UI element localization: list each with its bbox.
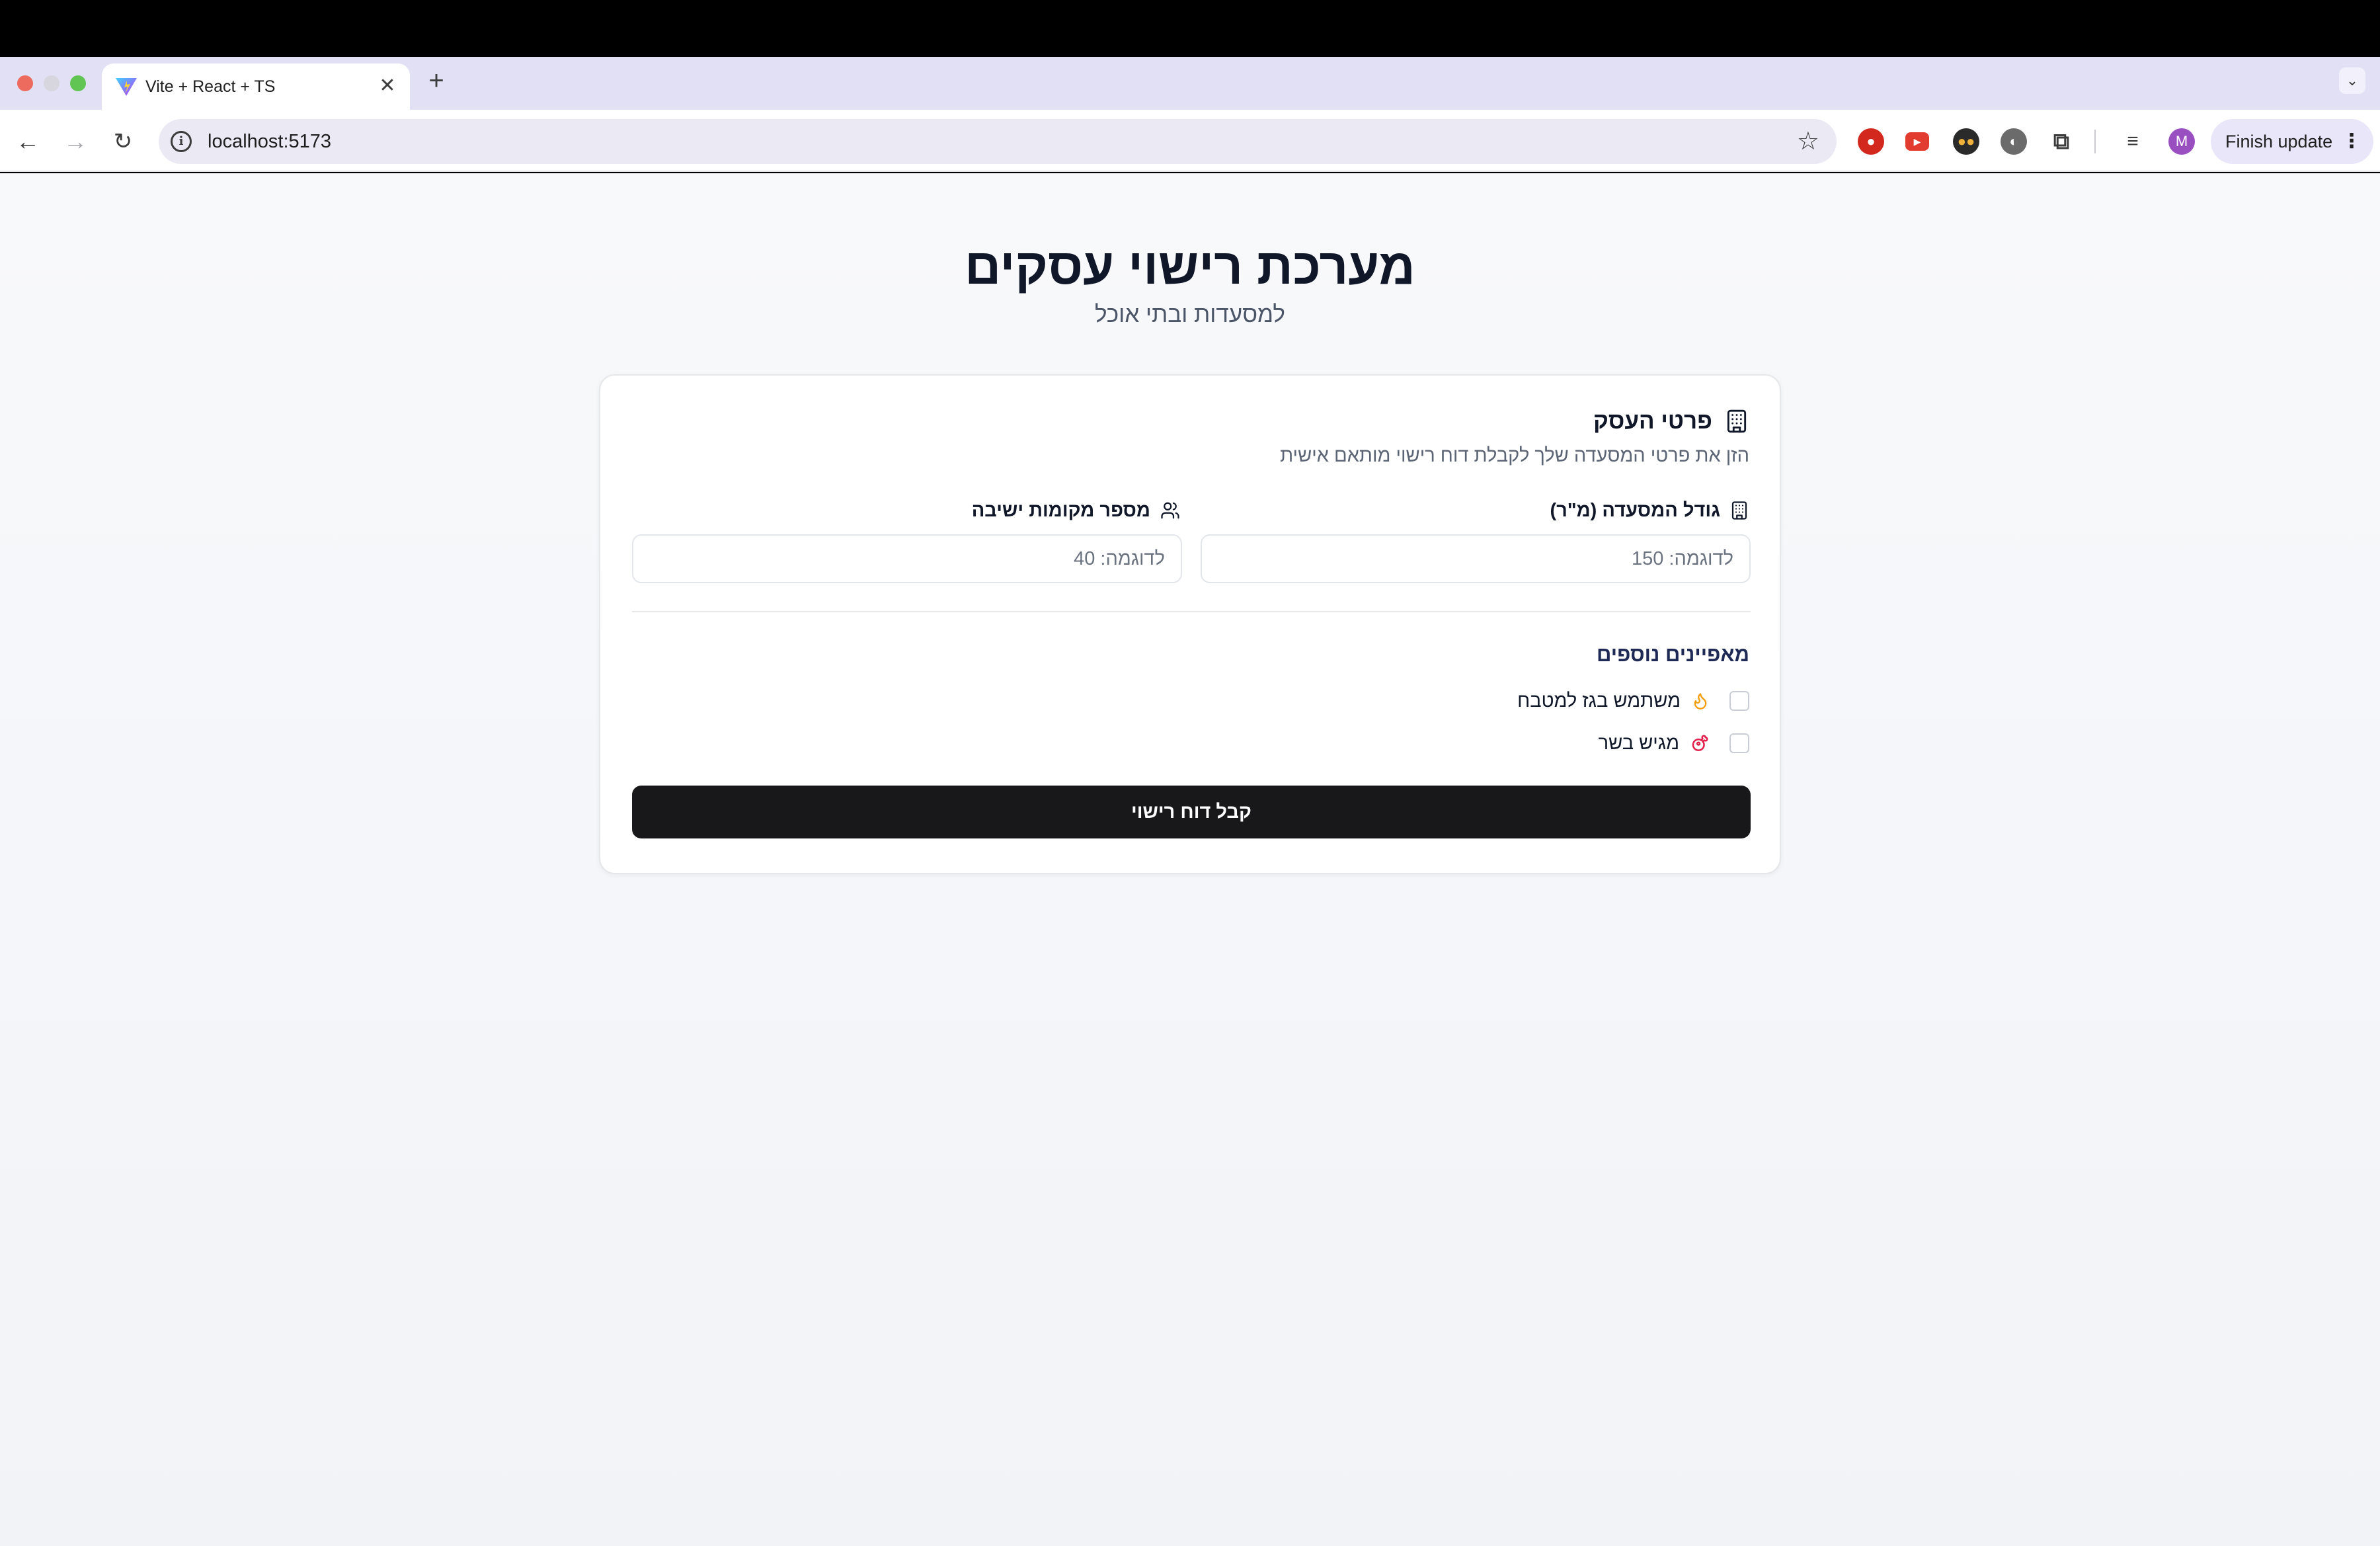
site-info-icon[interactable]: i <box>171 131 192 152</box>
business-details-card: פרטי העסק הזן את פרטי המסעדה שלך לקבלת ד… <box>599 374 1781 874</box>
tab-title: Vite + React + TS <box>145 77 276 96</box>
vite-favicon-icon <box>116 78 137 96</box>
section-divider <box>632 611 1751 612</box>
gas-feature-row[interactable]: משתמש בגז למטבח <box>1517 688 1749 714</box>
page-subtitle: למסעדות ובתי אוכל <box>1095 302 1285 327</box>
seats-field-label-row: מספר מקומות ישיבה <box>972 497 1181 524</box>
seats-field-label: מספר מקומות ישיבה <box>971 500 1150 521</box>
address-bar[interactable]: i localhost:5173 ☆ <box>159 119 1837 164</box>
meat-feature-label[interactable]: מגיש בשר <box>1599 731 1679 755</box>
window-zoom-button[interactable] <box>70 75 86 91</box>
record-extension-icon[interactable]: ● <box>1858 128 1884 155</box>
page-viewport: מערכת רישוי עסקים למסעדות ובתי אוכל פרטי… <box>0 173 2380 1546</box>
browser-tab-active[interactable]: Vite + React + TS ✕ <box>102 63 410 110</box>
puzzle-extensions-icon[interactable]: ⧉ <box>2048 128 2075 155</box>
card-header: פרטי העסק <box>1593 405 1749 438</box>
size-field-label-row: גודל המסעדה (מ"ר) <box>1550 497 1750 524</box>
profile-avatar[interactable]: M <box>2168 128 2195 155</box>
bookmark-star-icon[interactable]: ☆ <box>1797 127 1819 156</box>
tab-close-icon[interactable]: ✕ <box>376 74 399 98</box>
more-menu-icon[interactable]: ⋮ <box>2342 128 2361 155</box>
features-section-title: מאפיינים נוספים <box>1597 643 1749 666</box>
forward-arrow-icon[interactable]: → <box>61 127 90 156</box>
finish-update-label: Finish update <box>2225 132 2333 151</box>
window-minimize-button[interactable] <box>44 75 60 91</box>
get-license-report-button[interactable]: קבל דוח רישוי <box>632 786 1751 838</box>
flame-icon <box>1694 693 1707 710</box>
finish-update-button[interactable]: Finish update ⋮ <box>2211 119 2373 164</box>
card-title: פרטי העסק <box>1593 408 1712 434</box>
eyes-extension-icon[interactable]: ●● <box>1953 128 1979 155</box>
page-title: מערכת רישוי עסקים <box>965 239 1415 295</box>
window-close-button[interactable] <box>17 75 33 91</box>
gas-feature-label[interactable]: משתמש בגז למטבח <box>1517 689 1681 713</box>
os-top-bar <box>0 0 2380 57</box>
media-controls-icon[interactable]: ≡ <box>2120 128 2146 155</box>
gas-checkbox[interactable] <box>1729 691 1749 711</box>
building-icon <box>1731 501 1747 520</box>
toolbar-separator <box>2094 130 2096 153</box>
back-arrow-icon[interactable]: ← <box>13 127 42 156</box>
new-tab-button[interactable]: + <box>423 67 450 94</box>
restaurant-size-input[interactable] <box>1201 534 1751 583</box>
incognito-extension-icon[interactable]: ◐ <box>2001 128 2027 155</box>
card-description: הזן את פרטי המסעדה שלך לקבלת דוח רישוי מ… <box>1280 445 1749 466</box>
seating-count-input[interactable] <box>632 534 1182 583</box>
building-icon <box>1727 409 1747 433</box>
meat-checkbox[interactable] <box>1729 733 1749 753</box>
tab-search-chevron-icon[interactable]: ⌄ <box>2339 67 2365 94</box>
meat-feature-row[interactable]: מגיש בשר <box>1599 730 1749 756</box>
users-icon <box>1161 502 1179 519</box>
size-field-label: גודל המסעדה (מ"ר) <box>1550 500 1721 521</box>
reload-icon[interactable]: ↻ <box>108 127 138 156</box>
meat-icon <box>1692 735 1708 751</box>
youtube-extension-icon[interactable]: ▶ <box>1905 132 1929 151</box>
url-text[interactable]: localhost:5173 <box>208 130 331 153</box>
